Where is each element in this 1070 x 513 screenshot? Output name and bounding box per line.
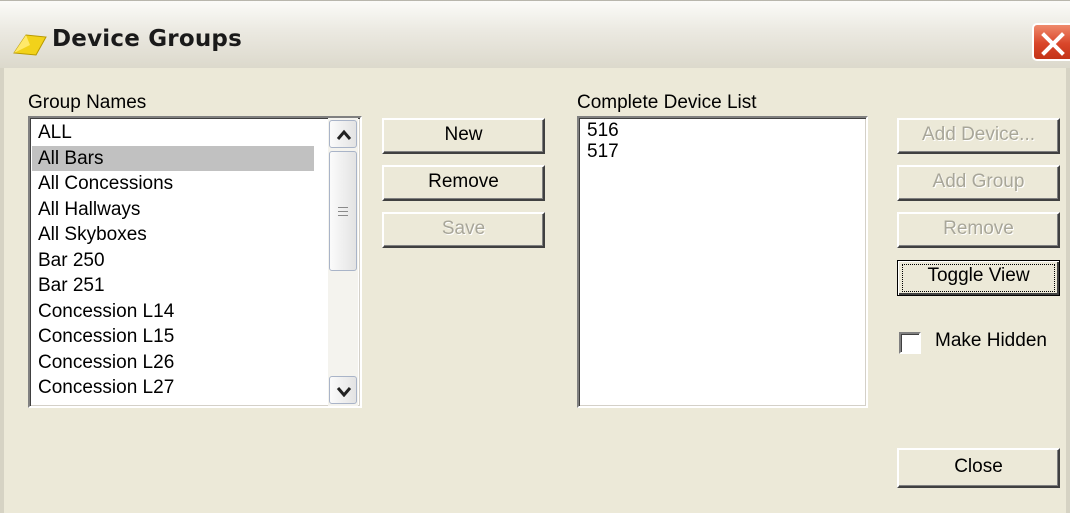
group-list-item[interactable]: All Hallways bbox=[38, 197, 140, 222]
group-list-item[interactable]: ALL bbox=[38, 120, 72, 145]
scroll-thumb[interactable] bbox=[329, 151, 357, 271]
group-list-item[interactable]: All Skyboxes bbox=[38, 222, 147, 247]
group-list-item[interactable]: Concession L15 bbox=[38, 324, 174, 349]
group-names-list[interactable]: ALL All Bars All Concessions All Hallways Al… bbox=[28, 116, 362, 408]
group-list-item[interactable]: All Bars bbox=[32, 145, 314, 171]
yellow-arrow-icon bbox=[12, 23, 48, 57]
remove-group-button[interactable]: Remove bbox=[382, 165, 545, 201]
save-group-button[interactable]: Save bbox=[382, 212, 545, 248]
group-list-item[interactable]: Concession L26 bbox=[38, 350, 174, 375]
toggle-view-button[interactable]: Toggle View bbox=[897, 260, 1060, 296]
scroll-down-button[interactable] bbox=[329, 376, 357, 404]
group-list-item[interactable]: Bar 250 bbox=[38, 248, 105, 273]
remove-device-button[interactable]: Remove bbox=[897, 212, 1060, 248]
device-list-item[interactable]: 517 bbox=[587, 141, 619, 162]
add-device-button[interactable]: Add Device... bbox=[897, 118, 1060, 154]
close-window-button[interactable] bbox=[1032, 23, 1070, 61]
focus-ring bbox=[902, 264, 1055, 292]
make-hidden-checkbox[interactable] bbox=[899, 332, 921, 354]
group-list-item[interactable]: Bar 251 bbox=[38, 273, 105, 298]
new-group-button[interactable]: New bbox=[382, 118, 545, 154]
group-list-scrollbar[interactable] bbox=[328, 118, 358, 406]
window-title: Device Groups bbox=[52, 26, 242, 52]
group-list-item[interactable]: All Concessions bbox=[38, 171, 173, 196]
group-names-label: Group Names bbox=[28, 92, 147, 113]
group-list-item[interactable]: Concession L27 bbox=[38, 375, 174, 400]
device-list[interactable]: 516 517 bbox=[577, 116, 868, 408]
device-list-item[interactable]: 516 bbox=[587, 120, 619, 141]
device-list-label: Complete Device List bbox=[577, 92, 757, 113]
device-groups-window: Device Groups Group Names ALL All Bars All… bbox=[0, 0, 1070, 513]
group-list-item[interactable]: Concession L14 bbox=[38, 299, 174, 324]
make-hidden-label: Make Hidden bbox=[935, 330, 1047, 351]
title-bar[interactable]: Device Groups bbox=[0, 0, 1070, 68]
close-button[interactable]: Close bbox=[897, 448, 1060, 488]
add-group-button[interactable]: Add Group bbox=[897, 165, 1060, 201]
scroll-up-button[interactable] bbox=[329, 120, 357, 148]
